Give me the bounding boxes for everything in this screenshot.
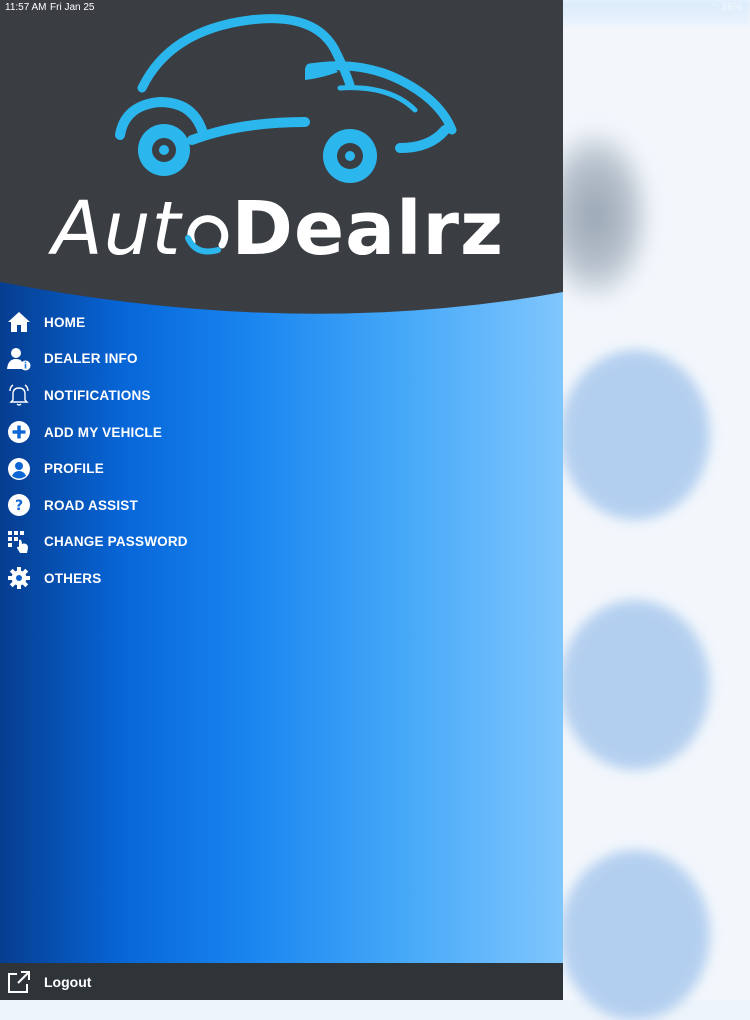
menu-item-notifications[interactable]: NOTIFICATIONS xyxy=(0,377,563,414)
logo-o-swoosh-icon xyxy=(184,215,228,255)
status-bar: 11:57 AM Fri Jan 25 ◠ 86% xyxy=(0,0,750,16)
menu-item-road-assist[interactable]: ? ROAD ASSIST xyxy=(0,487,563,524)
menu-item-label: DEALER INFO xyxy=(44,351,138,367)
logo-text-right: Dealrz xyxy=(231,186,505,272)
status-time: 11:57 AM xyxy=(5,2,47,13)
menu-item-label: NOTIFICATIONS xyxy=(44,387,151,403)
menu-item-label: ROAD ASSIST xyxy=(44,497,138,513)
svg-text:?: ? xyxy=(15,498,23,514)
bell-icon xyxy=(7,383,31,407)
menu-item-home[interactable]: HOME xyxy=(0,304,563,341)
background-button-3[interactable] xyxy=(560,850,710,1020)
menu-item-change-password[interactable]: CHANGE PASSWORD xyxy=(0,524,563,561)
menu-item-add-vehicle[interactable]: ADD MY VEHICLE xyxy=(0,414,563,451)
external-link-icon xyxy=(7,970,31,994)
dealer-info-icon xyxy=(7,347,31,371)
plus-circle-icon xyxy=(7,420,31,444)
background-button-1[interactable] xyxy=(560,350,710,520)
menu-item-label: OTHERS xyxy=(44,570,102,586)
home-icon xyxy=(7,310,31,334)
menu-item-label: CHANGE PASSWORD xyxy=(44,534,188,550)
question-circle-icon: ? xyxy=(7,493,31,517)
logout-label: Logout xyxy=(44,973,92,990)
keypad-icon xyxy=(7,530,31,554)
brand-logo-text: Aut Dealrz xyxy=(52,186,504,272)
drawer-menu: HOME DEALER INFO NOTIFICATIONS ADD MY VE… xyxy=(0,304,563,597)
menu-item-dealer-info[interactable]: DEALER INFO xyxy=(0,341,563,378)
user-circle-icon xyxy=(7,457,31,481)
drawer-header: Aut Dealrz xyxy=(0,0,563,325)
status-date: Fri Jan 25 xyxy=(50,2,95,13)
status-indicators: ◠ 86% xyxy=(710,2,742,13)
logout-button[interactable]: Logout xyxy=(0,963,563,1000)
car-logo-icon xyxy=(115,14,457,183)
menu-item-label: ADD MY VEHICLE xyxy=(44,424,163,440)
logo-text-left: Aut xyxy=(52,186,182,272)
menu-item-label: HOME xyxy=(44,314,86,330)
menu-item-label: PROFILE xyxy=(44,461,104,477)
menu-item-profile[interactable]: PROFILE xyxy=(0,450,563,487)
side-drawer: Aut Dealrz HOME DEALER INFO NOTIFICATION… xyxy=(0,0,563,1000)
background-button-2[interactable] xyxy=(560,600,710,770)
menu-item-others[interactable]: OTHERS xyxy=(0,560,563,597)
battery-percent: 86% xyxy=(721,2,742,13)
wifi-icon: ◠ xyxy=(710,2,720,13)
gear-icon xyxy=(7,566,31,590)
